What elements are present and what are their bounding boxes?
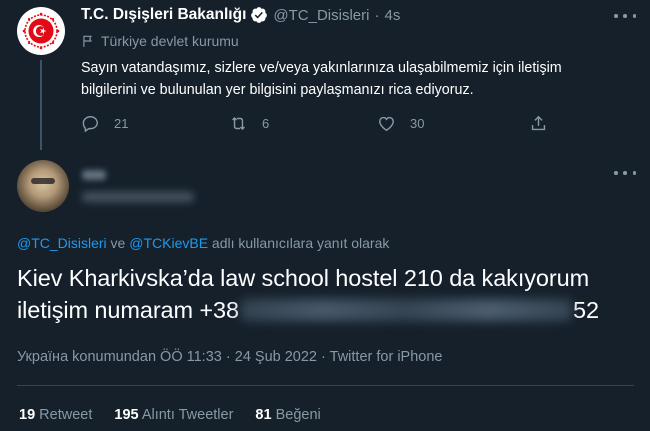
retweet-icon xyxy=(232,116,245,131)
phone-suffix: 52 xyxy=(573,297,599,323)
retweets-stat[interactable]: 19 Retweet xyxy=(19,407,92,423)
blurred-author-handle xyxy=(82,192,194,202)
dot-icon xyxy=(632,171,636,175)
flag-icon xyxy=(83,35,92,47)
reply-text-line-1: Kiev Kharkivska’da law school hostel 210… xyxy=(17,265,590,291)
tweet-time[interactable]: 4s xyxy=(384,7,400,24)
reply-count: 21 xyxy=(114,116,129,131)
retweet-count: 6 xyxy=(262,116,270,131)
reply-suffix: adlı kullanıcılara yanıt olarak xyxy=(208,235,390,251)
dot-icon xyxy=(614,14,618,18)
separator-dot: · xyxy=(374,6,380,24)
reply-connector: ve xyxy=(106,235,130,251)
tweet-actions: 21 6 30 xyxy=(81,114,551,136)
phone-prefix: iletişim numaram +38 xyxy=(17,297,239,323)
reply-tweet-text: Kiev Kharkivska’da law school hostel 210… xyxy=(17,262,637,326)
retweets-label: Retweet xyxy=(39,407,93,423)
timestamp[interactable]: ÖÖ 11:33 xyxy=(160,349,222,365)
likes-label: Beğeni xyxy=(275,407,321,423)
share-button[interactable] xyxy=(529,114,548,133)
separator-dot: · xyxy=(321,349,326,365)
reply-text-line-2: iletişim numaram +38 52 xyxy=(17,294,637,326)
tweet-header: T.C. Dışişleri Bakanlığı @TC_Disisleri ·… xyxy=(81,5,400,25)
reply-author-avatar[interactable] xyxy=(17,160,69,212)
divider xyxy=(17,385,634,386)
mention-link[interactable]: @TC_Disisleri xyxy=(17,235,107,251)
tweet-metadata: Україна konumundan ÖÖ 11:33 · 24 Şub 202… xyxy=(17,349,442,365)
dot-icon xyxy=(614,171,618,175)
mention-link[interactable]: @TCKievBE xyxy=(129,235,208,251)
author-handle[interactable]: @TC_Disisleri xyxy=(273,7,369,24)
blurred-phone-number xyxy=(240,299,572,321)
government-account-label[interactable]: Türkiye devlet kurumu xyxy=(81,33,239,49)
engagement-stats: 19 Retweet 195 Alıntı Tweetler 81 Beğeni xyxy=(19,407,343,423)
tweet-text: Sayın vatandaşımız, sizlere ve/veya yakı… xyxy=(81,60,562,98)
like-count: 30 xyxy=(410,116,425,131)
verified-badge-icon xyxy=(251,7,268,23)
share-icon xyxy=(531,115,546,131)
dot-icon xyxy=(632,14,636,18)
client-app[interactable]: Twitter for iPhone xyxy=(330,349,443,365)
likes-stat[interactable]: 81 Beğeni xyxy=(255,407,320,423)
ministry-seal-icon xyxy=(18,8,64,54)
quotes-count: 195 xyxy=(114,407,139,423)
avatar[interactable] xyxy=(17,7,65,55)
author-name[interactable]: T.C. Dışişleri Bakanlığı xyxy=(81,6,246,24)
more-options-button[interactable] xyxy=(614,9,636,23)
reply-button[interactable]: 21 xyxy=(81,114,128,133)
dot-icon xyxy=(623,14,627,18)
retweet-button[interactable]: 6 xyxy=(229,114,269,133)
parent-tweet[interactable]: T.C. Dışişleri Bakanlığı @TC_Disisleri ·… xyxy=(0,0,650,150)
quote-tweets-stat[interactable]: 195 Alıntı Tweetler xyxy=(114,407,233,423)
replying-to-line: @TC_Disisleri ve @TCKievBE adlı kullanıc… xyxy=(17,235,389,251)
reply-more-options-button[interactable] xyxy=(614,166,636,180)
date[interactable]: 24 Şub 2022 xyxy=(235,349,317,365)
reply-icon xyxy=(82,116,98,133)
location: Україна konumundan xyxy=(17,349,157,365)
quotes-label: Alıntı Tweetler xyxy=(141,407,234,423)
separator-dot: · xyxy=(225,349,231,365)
heart-icon xyxy=(379,116,394,132)
thread-line xyxy=(40,60,42,150)
tweet-thread: T.C. Dışişleri Bakanlığı @TC_Disisleri ·… xyxy=(0,0,650,431)
retweets-count: 19 xyxy=(19,407,36,423)
like-button[interactable]: 30 xyxy=(377,114,424,133)
dot-icon xyxy=(623,171,627,175)
likes-count: 81 xyxy=(255,407,272,423)
account-label-text: Türkiye devlet kurumu xyxy=(101,33,239,49)
blurred-author-name xyxy=(82,170,106,180)
